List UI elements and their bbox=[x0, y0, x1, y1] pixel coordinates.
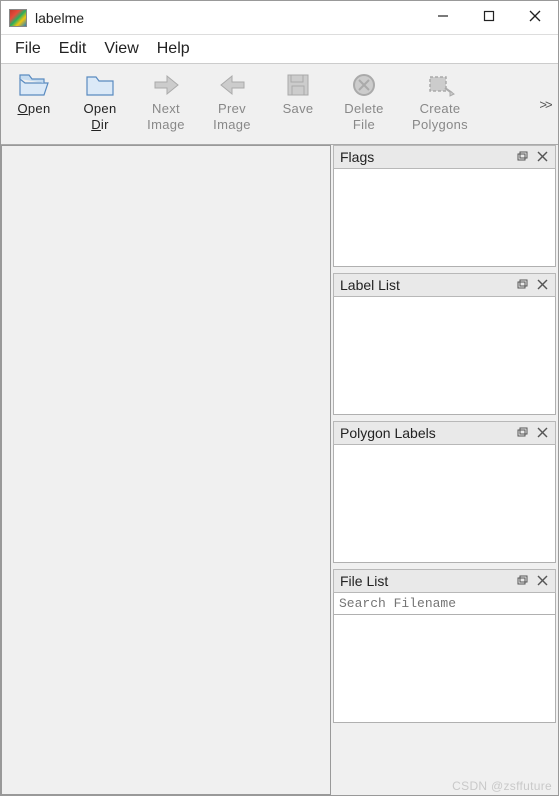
file-list-close-button[interactable] bbox=[533, 572, 551, 590]
delete-icon bbox=[347, 70, 381, 100]
file-list[interactable] bbox=[333, 615, 556, 723]
float-icon bbox=[516, 149, 528, 165]
close-button[interactable] bbox=[512, 1, 558, 35]
label-list-header[interactable]: Label List bbox=[333, 273, 556, 297]
save-button[interactable]: Save bbox=[265, 66, 331, 142]
close-icon bbox=[537, 573, 548, 589]
arrow-right-icon bbox=[149, 70, 183, 100]
maximize-icon bbox=[483, 9, 495, 27]
open-label: Open bbox=[17, 102, 50, 118]
prev-image-button[interactable]: PrevImage bbox=[199, 66, 265, 142]
polygon-labels-panel: Polygon Labels bbox=[333, 421, 556, 563]
prev-image-label: PrevImage bbox=[213, 102, 251, 134]
delete-file-button[interactable]: DeleteFile bbox=[331, 66, 397, 142]
flags-panel-header[interactable]: Flags bbox=[333, 145, 556, 169]
label-list-float-button[interactable] bbox=[513, 276, 531, 294]
flags-panel: Flags bbox=[333, 145, 556, 267]
polygon-labels-close-button[interactable] bbox=[533, 424, 551, 442]
minimize-button[interactable] bbox=[420, 1, 466, 35]
main-body: Flags Label List Polygon Labels bbox=[1, 145, 558, 795]
flags-list[interactable] bbox=[333, 169, 556, 267]
polygon-labels-title: Polygon Labels bbox=[340, 425, 511, 441]
close-icon bbox=[537, 425, 548, 441]
menu-help[interactable]: Help bbox=[149, 38, 198, 60]
file-list-title: File List bbox=[340, 573, 511, 589]
flags-panel-title: Flags bbox=[340, 149, 511, 165]
folder-open-icon bbox=[17, 70, 51, 100]
float-icon bbox=[516, 573, 528, 589]
float-icon bbox=[516, 425, 528, 441]
menu-edit[interactable]: Edit bbox=[51, 38, 95, 60]
open-button[interactable]: Open bbox=[1, 66, 67, 142]
polygon-icon bbox=[423, 70, 457, 100]
float-icon bbox=[516, 277, 528, 293]
polygon-labels-header[interactable]: Polygon Labels bbox=[333, 421, 556, 445]
next-image-label: NextImage bbox=[147, 102, 185, 134]
app-icon bbox=[9, 9, 27, 27]
close-icon bbox=[529, 9, 541, 27]
label-list[interactable] bbox=[333, 297, 556, 415]
polygon-labels-float-button[interactable] bbox=[513, 424, 531, 442]
flags-float-button[interactable] bbox=[513, 148, 531, 166]
title-bar: labelme bbox=[1, 1, 558, 35]
menu-view[interactable]: View bbox=[96, 38, 146, 60]
file-list-panel: File List bbox=[333, 569, 556, 723]
create-polygons-label: CreatePolygons bbox=[412, 102, 468, 134]
toolbar-overflow-button[interactable]: >> bbox=[536, 66, 558, 142]
canvas-area[interactable] bbox=[1, 145, 331, 795]
open-dir-label: OpenDir bbox=[83, 102, 116, 134]
close-icon bbox=[537, 277, 548, 293]
menu-file[interactable]: File bbox=[7, 38, 49, 60]
label-list-panel: Label List bbox=[333, 273, 556, 415]
label-list-close-button[interactable] bbox=[533, 276, 551, 294]
watermark: CSDN @zsffuture bbox=[452, 779, 552, 793]
file-search-container bbox=[333, 593, 556, 615]
floppy-disk-icon bbox=[281, 70, 315, 100]
maximize-button[interactable] bbox=[466, 1, 512, 35]
flags-close-button[interactable] bbox=[533, 148, 551, 166]
delete-file-label: DeleteFile bbox=[344, 102, 383, 134]
window-title: labelme bbox=[35, 10, 84, 26]
close-icon bbox=[537, 149, 548, 165]
minimize-icon bbox=[437, 9, 449, 27]
polygon-labels-list[interactable] bbox=[333, 445, 556, 563]
open-dir-button[interactable]: OpenDir bbox=[67, 66, 133, 142]
folder-icon bbox=[83, 70, 117, 100]
create-polygons-button[interactable]: CreatePolygons bbox=[397, 66, 483, 142]
label-list-title: Label List bbox=[340, 277, 511, 293]
next-image-button[interactable]: NextImage bbox=[133, 66, 199, 142]
save-label: Save bbox=[283, 102, 314, 118]
arrow-left-icon bbox=[215, 70, 249, 100]
toolbar: Open OpenDir NextImage PrevImage Save bbox=[1, 63, 558, 145]
side-panels: Flags Label List Polygon Labels bbox=[331, 145, 558, 795]
file-list-float-button[interactable] bbox=[513, 572, 531, 590]
menu-bar: File Edit View Help bbox=[1, 35, 558, 63]
file-search-input[interactable] bbox=[334, 593, 555, 614]
app-window: labelme File Edit View Help bbox=[0, 0, 559, 796]
file-list-header[interactable]: File List bbox=[333, 569, 556, 593]
